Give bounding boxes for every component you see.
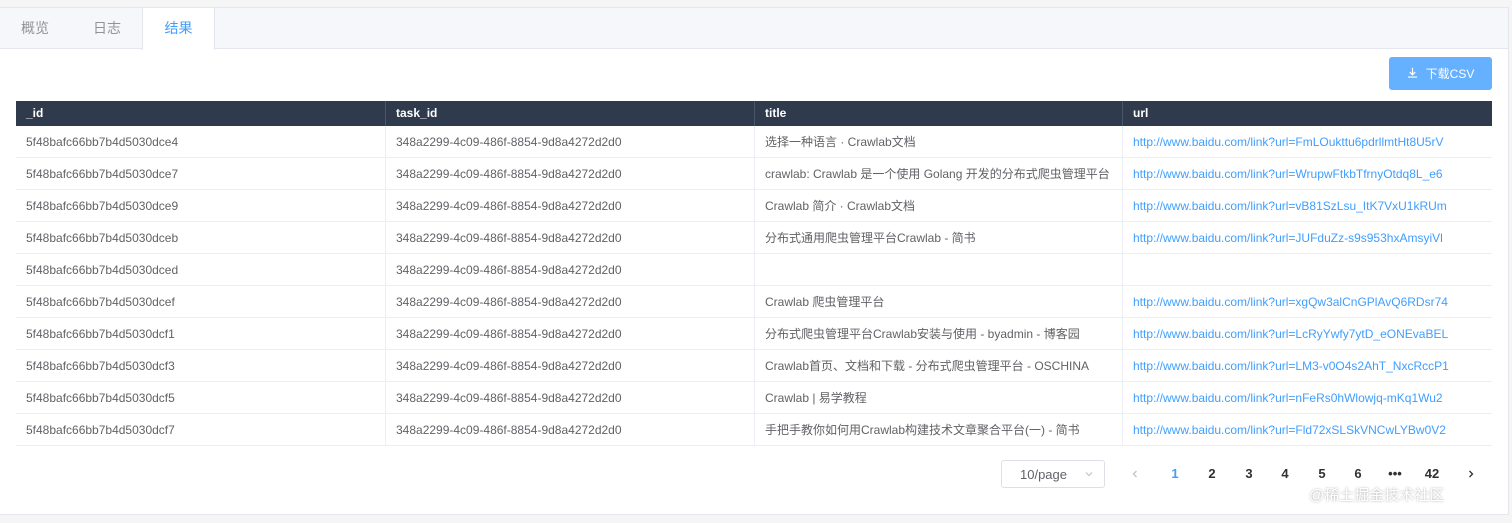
cell-title: 选择一种语言 · Crawlab文档 (755, 126, 1123, 158)
cell-url[interactable]: http://www.baidu.com/link?url=JUFduZz-s9… (1123, 222, 1492, 254)
cell-title: Crawlab 简介 · Crawlab文档 (755, 190, 1123, 222)
cell-url[interactable] (1123, 254, 1492, 286)
cell-id: 5f48bafc66bb7b4d5030dcf5 (16, 382, 386, 414)
table-row[interactable]: 5f48bafc66bb7b4d5030dcf7 348a2299-4c09-48… (16, 414, 1492, 446)
column-header-url: url (1133, 106, 1149, 120)
cell-task-id: 348a2299-4c09-486f-8854-9d8a4272d2d0 (386, 382, 755, 414)
page-4[interactable]: 4 (1270, 460, 1300, 488)
cell-task-id: 348a2299-4c09-486f-8854-9d8a4272d2d0 (386, 222, 755, 254)
table-row[interactable]: 5f48bafc66bb7b4d5030dcef 348a2299-4c09-48… (16, 286, 1492, 318)
table-body: 5f48bafc66bb7b4d5030dce4 348a2299-4c09-48… (16, 126, 1492, 446)
cell-title: Crawlab 爬虫管理平台 (755, 286, 1123, 318)
cell-id: 5f48bafc66bb7b4d5030dceb (16, 222, 386, 254)
download-icon (1407, 67, 1418, 81)
cell-url[interactable]: http://www.baidu.com/link?url=xgQw3alCnG… (1123, 286, 1492, 318)
cell-id: 5f48bafc66bb7b4d5030dcef (16, 286, 386, 318)
table-row[interactable]: 5f48bafc66bb7b4d5030dceb 348a2299-4c09-48… (16, 222, 1492, 254)
cell-title: crawlab: Crawlab 是一个使用 Golang 开发的分布式爬虫管理… (755, 158, 1123, 190)
cell-id: 5f48bafc66bb7b4d5030dce4 (16, 126, 386, 158)
cell-task-id: 348a2299-4c09-486f-8854-9d8a4272d2d0 (386, 318, 755, 350)
cell-title: 手把手教你如何用Crawlab构建技术文章聚合平台(一) - 简书 (755, 414, 1123, 446)
cell-task-id: 348a2299-4c09-486f-8854-9d8a4272d2d0 (386, 286, 755, 318)
cell-id: 5f48bafc66bb7b4d5030dce9 (16, 190, 386, 222)
cell-url[interactable]: http://www.baidu.com/link?url=vB81SzLsu_… (1123, 190, 1492, 222)
cell-title: 分布式通用爬虫管理平台Crawlab - 简书 (755, 222, 1123, 254)
column-header-id: _id (16, 101, 386, 126)
cell-title: 分布式爬虫管理平台Crawlab安装与使用 - byadmin - 博客园 (755, 318, 1123, 350)
cell-url[interactable]: http://www.baidu.com/link?url=LM3-v0O4s2… (1123, 350, 1492, 382)
download-csv-button[interactable]: 下载CSV (1389, 57, 1492, 90)
column-header-title: title (755, 101, 1123, 126)
cell-title: Crawlab首页、文档和下载 - 分布式爬虫管理平台 - OSCHINA (755, 350, 1123, 382)
table-row[interactable]: 5f48bafc66bb7b4d5030dcf3 348a2299-4c09-48… (16, 350, 1492, 382)
table-row[interactable]: 5f48bafc66bb7b4d5030dcf5 348a2299-4c09-48… (16, 382, 1492, 414)
cell-task-id: 348a2299-4c09-486f-8854-9d8a4272d2d0 (386, 158, 755, 190)
chevron-left-icon (1130, 467, 1140, 482)
table-row[interactable]: 5f48bafc66bb7b4d5030dced 348a2299-4c09-48… (16, 254, 1492, 286)
page-size-select[interactable]: 10/page (1001, 460, 1105, 488)
results-table: _id task_id title url 5f48bafc66bb7b4d50… (16, 101, 1492, 446)
table-header: _id task_id title url (16, 101, 1492, 126)
page-2[interactable]: 2 (1197, 460, 1227, 488)
page-size-value: 10/page (1020, 466, 1067, 482)
download-csv-label: 下载CSV (1425, 67, 1475, 81)
cell-url[interactable]: http://www.baidu.com/link?url=WrupwFtkbT… (1123, 158, 1492, 190)
cell-title (755, 254, 1123, 286)
prev-page-button[interactable] (1120, 460, 1150, 488)
chevron-right-icon (1466, 467, 1476, 482)
cell-task-id: 348a2299-4c09-486f-8854-9d8a4272d2d0 (386, 190, 755, 222)
table-row[interactable]: 5f48bafc66bb7b4d5030dce9 348a2299-4c09-48… (16, 190, 1492, 222)
cell-id: 5f48bafc66bb7b4d5030dce7 (16, 158, 386, 190)
tab-overview[interactable]: 概览 (20, 8, 50, 49)
table-row[interactable]: 5f48bafc66bb7b4d5030dcf1 348a2299-4c09-48… (16, 318, 1492, 350)
cell-id: 5f48bafc66bb7b4d5030dced (16, 254, 386, 286)
chevron-down-icon (1084, 467, 1094, 482)
cell-task-id: 348a2299-4c09-486f-8854-9d8a4272d2d0 (386, 254, 755, 286)
tab-bar: 概览 日志 结果 (0, 8, 1508, 50)
tab-results[interactable]: 结果 (142, 8, 215, 50)
cell-id: 5f48bafc66bb7b4d5030dcf1 (16, 318, 386, 350)
page-1[interactable]: 1 (1160, 460, 1190, 488)
cell-task-id: 348a2299-4c09-486f-8854-9d8a4272d2d0 (386, 414, 755, 446)
tab-log[interactable]: 日志 (92, 8, 122, 49)
watermark: @稀土掘金技术社区 (1309, 487, 1445, 504)
cell-url[interactable]: http://www.baidu.com/link?url=LcRyYwfy7y… (1123, 318, 1492, 350)
cell-task-id: 348a2299-4c09-486f-8854-9d8a4272d2d0 (386, 126, 755, 158)
cell-task-id: 348a2299-4c09-486f-8854-9d8a4272d2d0 (386, 350, 755, 382)
page-3[interactable]: 3 (1234, 460, 1264, 488)
cell-url[interactable]: http://www.baidu.com/link?url=nFeRs0hWlo… (1123, 382, 1492, 414)
cell-url[interactable]: http://www.baidu.com/link?url=FmLOukttu6… (1123, 126, 1492, 158)
table-row[interactable]: 5f48bafc66bb7b4d5030dce7 348a2299-4c09-48… (16, 158, 1492, 190)
cell-url[interactable]: http://www.baidu.com/link?url=Fld72xSLSk… (1123, 414, 1492, 446)
next-page-button[interactable] (1456, 460, 1486, 488)
cell-id: 5f48bafc66bb7b4d5030dcf3 (16, 350, 386, 382)
table-row[interactable]: 5f48bafc66bb7b4d5030dce4 348a2299-4c09-48… (16, 126, 1492, 158)
column-header-task-id: task_id (386, 101, 755, 126)
cell-id: 5f48bafc66bb7b4d5030dcf7 (16, 414, 386, 446)
cell-title: Crawlab | 易学教程 (755, 382, 1123, 414)
